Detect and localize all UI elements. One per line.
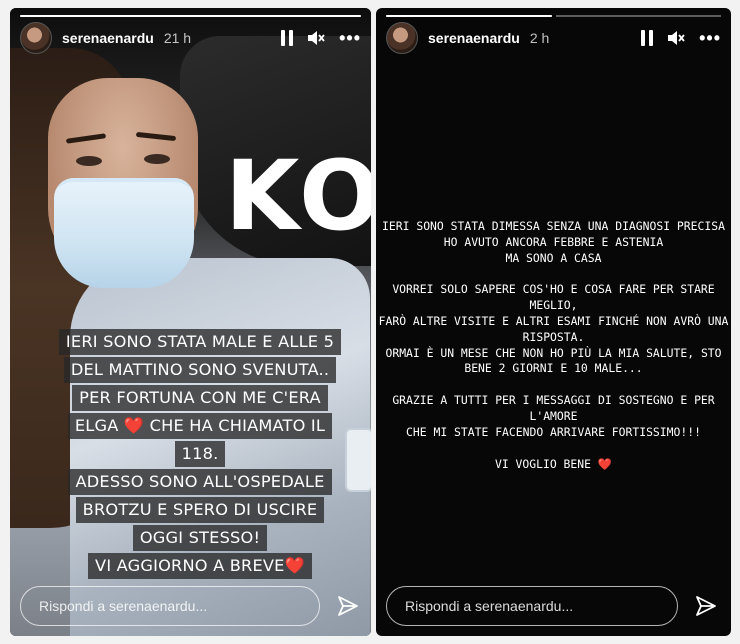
caption-line: del mattino sono svenuta.. <box>63 357 337 383</box>
surgical-mask <box>54 178 194 288</box>
story-text-line: Ieri sono stata dimessa senza una diagno… <box>382 219 725 233</box>
more-options-icon[interactable]: ••• <box>339 29 361 47</box>
story-text-line: Vorrei solo sapere cos'ho e cosa fare pe… <box>392 282 715 297</box>
reply-input[interactable]: Rispondi a serenaenardu... <box>20 586 320 626</box>
reply-bar: Rispondi a serenaenardu... <box>20 586 360 626</box>
story-text-line: meglio, <box>529 298 578 313</box>
story-panel-1[interactable]: serenaenardu 21 h ••• KO Ieri sono stata… <box>10 8 371 636</box>
caption-line: Ieri sono stata male e alle 5 <box>58 329 342 355</box>
story-header: serenaenardu 21 h ••• <box>20 20 361 56</box>
story-header: serenaenardu 2 h ••• <box>386 20 721 56</box>
speaker-muted-icon[interactable] <box>307 30 325 46</box>
story-text-line: Vi voglio bene ❤️ <box>494 456 613 471</box>
story-text-line: Grazie a tutti per i messaggi di sostegn… <box>392 393 715 423</box>
avatar[interactable] <box>20 22 52 54</box>
pause-icon[interactable] <box>641 30 654 46</box>
story-text-line: che mi state facendo arrivare fortissimo… <box>406 424 701 439</box>
story-text-line: farò altre visite e altri esami finché n… <box>378 313 729 328</box>
story-progress-bar <box>386 15 721 17</box>
story-text-body: Ieri sono stata dimessa senza una diagno… <box>376 219 731 472</box>
post-time: 2 h <box>529 30 550 46</box>
caption-line: oggi stesso! <box>132 525 268 551</box>
caption-line: Per fortuna con me c'era <box>72 385 328 411</box>
reply-bar: Rispondi a serenaenardu... <box>386 586 718 626</box>
caption-line: Adesso sono all'ospedale <box>68 469 332 495</box>
caption-line: Vi aggiorno a breve❤️ <box>88 553 312 579</box>
caption-line: Brotzu e spero di uscire <box>75 497 325 523</box>
post-time: 21 h <box>163 30 192 46</box>
story-progress-bar <box>20 15 361 17</box>
story-caption: Ieri sono stata male e alle 5 del mattino… <box>40 328 360 580</box>
pause-icon[interactable] <box>281 30 294 46</box>
send-icon[interactable] <box>694 594 718 618</box>
speaker-muted-icon[interactable] <box>667 30 685 46</box>
more-options-icon[interactable]: ••• <box>699 29 721 47</box>
story-panel-2[interactable]: serenaenardu 2 h ••• Ieri sono stata dim… <box>376 8 731 636</box>
avatar[interactable] <box>386 22 418 54</box>
caption-line: Elga ❤️ che ha chiamato il <box>67 413 333 439</box>
story-text-line: bene 2 giorni e 10 male... <box>464 361 643 376</box>
username[interactable]: serenaenardu <box>428 30 520 46</box>
username[interactable]: serenaenardu <box>62 30 154 46</box>
caption-line: 118. <box>174 441 226 467</box>
story-text-line: risposta. <box>522 329 585 344</box>
overlay-big-text: KO <box>225 140 371 252</box>
story-text-line: Ormai è un mese che non ho più la mia sa… <box>385 345 722 360</box>
story-text-line: ho avuto ancora febbre e astenia <box>443 234 664 249</box>
send-icon[interactable] <box>336 594 360 618</box>
reply-input[interactable]: Rispondi a serenaenardu... <box>386 586 678 626</box>
story-text-line: ma sono a casa <box>505 250 602 265</box>
